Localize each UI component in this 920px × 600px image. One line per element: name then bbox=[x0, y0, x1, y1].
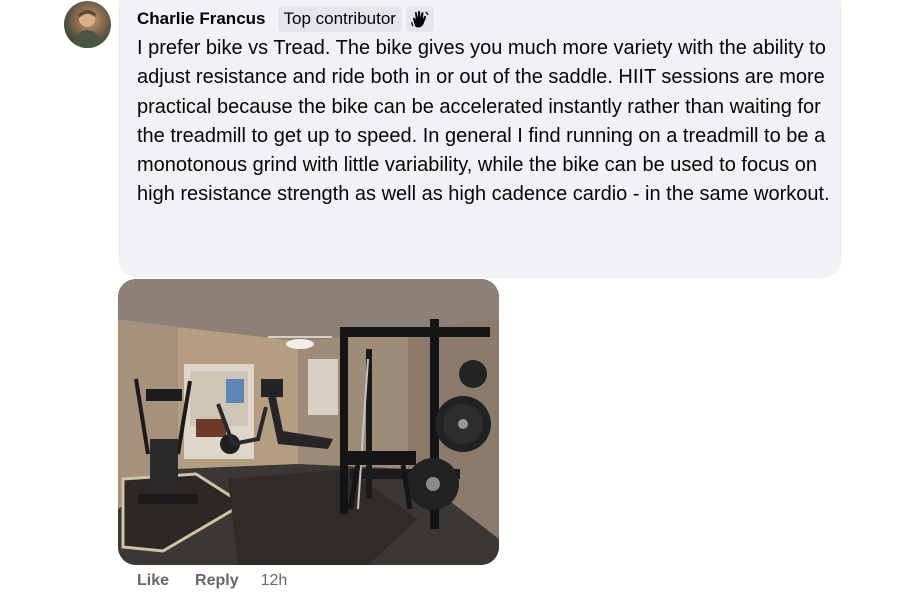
home-gym-photo[interactable] bbox=[118, 279, 499, 565]
reply-button[interactable]: Reply bbox=[195, 572, 239, 590]
comment-timestamp[interactable]: 12h bbox=[261, 572, 288, 590]
comment-actions: Like Reply 12h bbox=[137, 572, 287, 590]
waving-hand-icon[interactable] bbox=[405, 6, 434, 32]
comment-text: I prefer bike vs Tread. The bike gives y… bbox=[137, 37, 830, 206]
like-button[interactable]: Like bbox=[137, 572, 169, 590]
author-name[interactable]: Charlie Francus bbox=[137, 9, 266, 29]
top-contributor-badge[interactable]: Top contributor bbox=[277, 6, 402, 32]
author-avatar[interactable] bbox=[64, 1, 111, 48]
comment-header: Charlie Francus Top contributor bbox=[137, 5, 434, 33]
